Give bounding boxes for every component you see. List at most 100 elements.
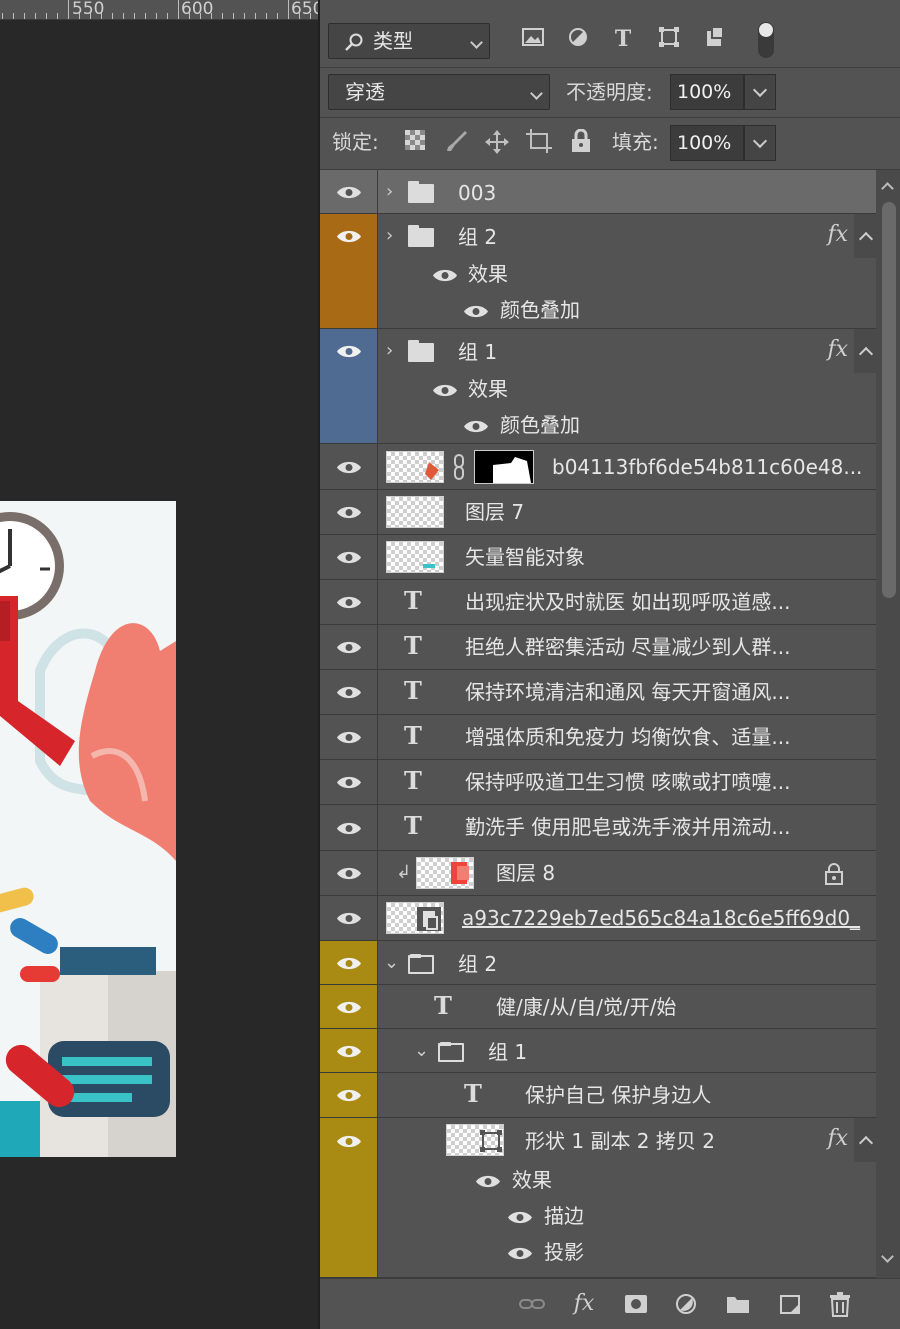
visibility-toggle[interactable] [320, 1073, 378, 1117]
layer-row[interactable]: T 保持环境清洁和通风 每天开窗通风... [320, 670, 876, 715]
visibility-toggle[interactable] [320, 985, 378, 1028]
layer-row[interactable]: T 勤洗手 使用肥皂或洗手液并用流动... [320, 805, 876, 851]
layers-scrollbar[interactable] [876, 170, 900, 1278]
eye-icon[interactable] [507, 1246, 533, 1261]
visibility-toggle[interactable] [320, 896, 378, 940]
layer-row[interactable]: ⌄ 组 1 [320, 1029, 876, 1073]
blend-mode-dropdown[interactable]: 穿透 [328, 74, 550, 110]
layer-row[interactable]: a93c7229eb7ed565c84a18c6e5ff69d0_ [320, 896, 876, 941]
expand-arrow-icon[interactable]: › [386, 339, 393, 363]
adjustment-icon[interactable] [672, 1291, 700, 1317]
effects-label: 效果 [468, 262, 508, 286]
lock-image-brush-icon[interactable] [442, 129, 472, 162]
fill-input[interactable]: 100% [670, 125, 744, 161]
new-layer-icon[interactable] [776, 1291, 804, 1317]
eye-icon [337, 1089, 361, 1102]
visibility-toggle[interactable] [320, 444, 378, 489]
collapse-effects-button[interactable] [854, 329, 876, 373]
collapse-arrow-icon[interactable]: ⌄ [384, 951, 399, 975]
expand-arrow-icon[interactable]: › [386, 180, 393, 204]
collapse-arrow-icon[interactable]: ⌄ [414, 1039, 429, 1063]
folder-icon[interactable] [724, 1291, 752, 1317]
image-filter-icon[interactable] [518, 26, 548, 57]
shape-filter-icon[interactable] [654, 26, 684, 57]
visibility-toggle[interactable] [320, 170, 378, 213]
layer-thumbnail[interactable] [386, 496, 444, 528]
opacity-dropdown-button[interactable] [744, 74, 776, 110]
collapse-effects-button[interactable] [854, 214, 876, 258]
collapse-effects-button[interactable] [854, 1118, 876, 1162]
lock-artboard-icon[interactable] [524, 129, 554, 162]
layer-thumbnail[interactable] [386, 541, 444, 573]
visibility-toggle[interactable] [320, 715, 378, 759]
text-layer-icon: T [404, 586, 422, 615]
layer-row[interactable]: 矢量智能对象 [320, 535, 876, 580]
layer-row[interactable]: ⌄ 组 2 [320, 941, 876, 985]
eye-icon[interactable] [432, 268, 458, 283]
fx-badge[interactable]: fx [827, 1126, 848, 1151]
layer-row[interactable]: T 保护自己 保护身边人 [320, 1073, 876, 1118]
scroll-down-icon[interactable] [881, 1250, 894, 1263]
layer-mask-thumbnail[interactable] [474, 450, 534, 484]
visibility-toggle[interactable] [320, 490, 378, 534]
visibility-toggle[interactable] [320, 670, 378, 714]
visibility-toggle[interactable] [320, 1118, 378, 1277]
layer-row[interactable]: T 拒绝人群密集活动 尽量减少到人群... [320, 625, 876, 670]
trash-icon[interactable] [826, 1291, 854, 1317]
layer-row[interactable]: ↲ 图层 8 [320, 851, 876, 896]
visibility-toggle[interactable] [320, 214, 378, 328]
layer-row[interactable]: b04113fbf6de54b811c60e48... [320, 444, 876, 490]
adjustment-filter-icon[interactable] [563, 26, 593, 57]
layer-thumbnail[interactable] [386, 902, 444, 934]
lock-transparent-icon[interactable] [400, 129, 430, 160]
ruler-tick [244, 13, 245, 19]
visibility-toggle[interactable] [320, 1029, 378, 1072]
visibility-toggle[interactable] [320, 329, 378, 443]
layer-thumbnail[interactable] [386, 451, 444, 483]
opacity-input[interactable]: 100% [670, 74, 744, 110]
layer-row[interactable]: T 保持呼吸道卫生习惯 咳嗽或打喷嚏... [320, 760, 876, 805]
mask-icon[interactable] [622, 1291, 650, 1317]
blend-mode-value: 穿透 [345, 80, 385, 104]
layer-row[interactable]: T 健/康/从/自/觉/开/始 [320, 985, 876, 1029]
visibility-toggle[interactable] [320, 535, 378, 579]
visibility-toggle[interactable] [320, 760, 378, 804]
smart-object-filter-icon[interactable] [700, 26, 730, 57]
visibility-toggle[interactable] [320, 580, 378, 624]
layer-row[interactable]: 形状 1 副本 2 拷贝 2 fx 效果 描边 投影 [320, 1118, 876, 1278]
scrollbar-thumb[interactable] [882, 202, 896, 598]
eye-icon[interactable] [463, 419, 489, 434]
layer-row[interactable]: T 增强体质和免疫力 均衡饮食、适量... [320, 715, 876, 760]
layer-row[interactable]: › 组 1 fx 效果 颜色叠加 [320, 329, 876, 444]
layer-row[interactable]: › 003 [320, 170, 876, 214]
eye-icon [337, 506, 361, 519]
eye-icon [337, 230, 361, 243]
link-icon[interactable] [518, 1291, 546, 1317]
fill-dropdown-button[interactable] [744, 125, 776, 161]
lock-position-move-icon[interactable] [482, 129, 512, 164]
visibility-toggle[interactable] [320, 941, 378, 984]
scroll-up-icon[interactable] [881, 182, 894, 195]
eye-icon[interactable] [432, 383, 458, 398]
chain-link-icon[interactable] [452, 453, 466, 481]
layer-row[interactable]: 图层 7 [320, 490, 876, 535]
layer-row[interactable]: T 出现症状及时就医 如出现呼吸道感... [320, 580, 876, 625]
fx-badge[interactable]: fx [827, 337, 848, 362]
filter-toggle-icon[interactable] [751, 20, 781, 69]
layer-row[interactable]: › 组 2 fx 效果 颜色叠加 [320, 214, 876, 329]
document-canvas[interactable] [0, 20, 318, 1329]
visibility-toggle[interactable] [320, 805, 378, 850]
visibility-toggle[interactable] [320, 851, 378, 895]
type-filter-icon[interactable]: T [608, 24, 638, 54]
filter-type-dropdown[interactable]: 类型 [328, 23, 490, 59]
eye-icon[interactable] [463, 304, 489, 319]
lock-all-icon[interactable] [566, 128, 596, 162]
layer-thumbnail[interactable] [446, 1124, 504, 1156]
eye-icon[interactable] [475, 1174, 501, 1189]
layer-thumbnail[interactable] [416, 857, 474, 889]
eye-icon[interactable] [507, 1210, 533, 1225]
fx-badge[interactable]: fx [827, 222, 848, 247]
fx-icon[interactable]: fx [570, 1291, 598, 1317]
expand-arrow-icon[interactable]: › [386, 224, 393, 248]
visibility-toggle[interactable] [320, 625, 378, 669]
